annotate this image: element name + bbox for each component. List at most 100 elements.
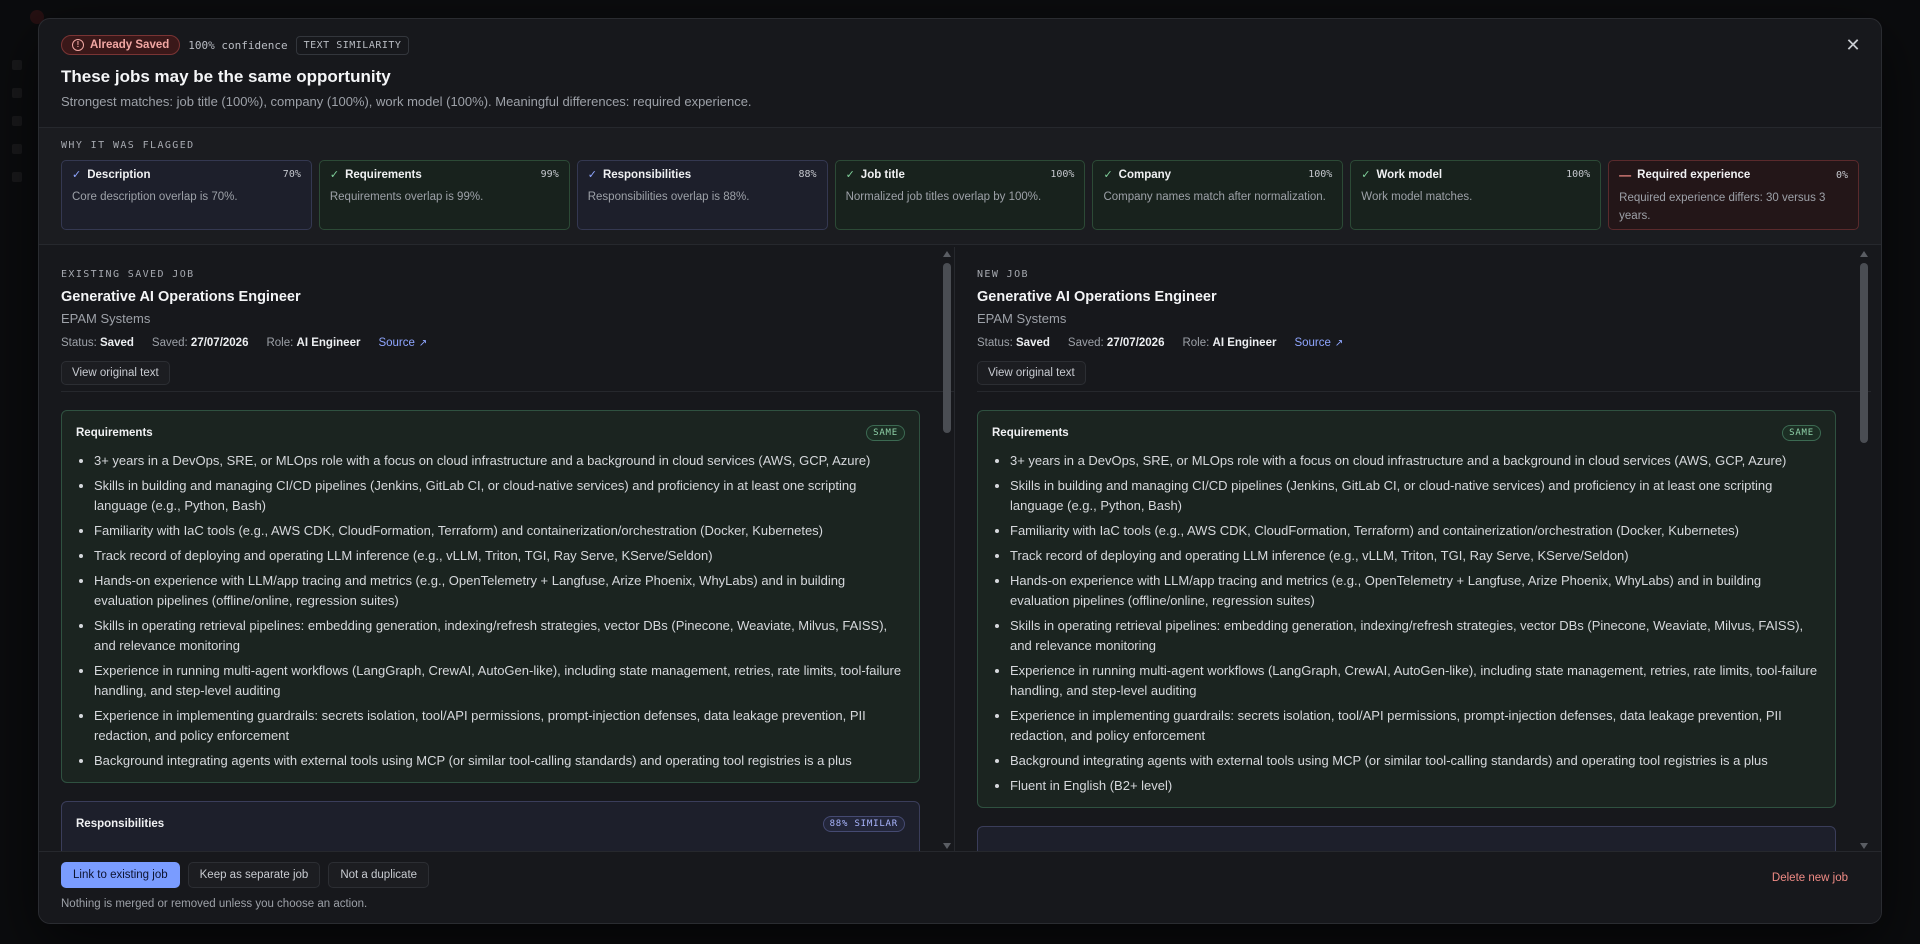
requirements-card: Requirements SAME 3+ years in a DevOps, …	[977, 410, 1836, 808]
pane-label: EXISTING SAVED JOB	[61, 269, 195, 280]
flag-card-desc: Core description overlap is 70%.	[72, 191, 238, 203]
already-saved-label: Already Saved	[90, 39, 170, 51]
check-icon: ✓	[329, 169, 340, 181]
status-meta: Status: Saved	[977, 337, 1050, 349]
requirement-item: Fluent in English (B2+ level)	[1010, 776, 1821, 796]
why-flagged-section: WHY IT WAS FLAGGED ✓ Description 70% Core …	[39, 127, 1881, 245]
external-link-icon: ↗	[418, 337, 428, 349]
comparison-panes: EXISTING SAVED JOB Generative AI Operati…	[39, 247, 1881, 853]
action-buttons: Link to existing job Keep as separate jo…	[61, 862, 1859, 888]
scroll-up-arrow-icon[interactable]	[943, 251, 951, 257]
flag-card-pct: 88%	[798, 169, 817, 180]
flag-card-pct: 99%	[540, 169, 559, 180]
flag-card-pct: 70%	[282, 169, 301, 180]
view-original-text-button[interactable]: View original text	[61, 361, 170, 385]
requirement-item: Skills in operating retrieval pipelines:…	[1010, 616, 1821, 656]
pane-label: NEW JOB	[977, 269, 1029, 280]
next-section-card	[977, 826, 1836, 853]
requirement-item: Track record of deploying and operating …	[1010, 546, 1821, 566]
status-meta: Status: Saved	[61, 337, 134, 349]
divider	[61, 391, 954, 392]
modal-header: ! Already Saved 100% confidence TEXT SIM…	[39, 19, 1881, 127]
flag-card-desc: Responsibilities overlap is 88%.	[587, 191, 750, 203]
requirement-item: Experience in implementing guardrails: s…	[94, 706, 905, 746]
check-icon: ✓	[845, 169, 855, 181]
delete-new-job-button[interactable]: Delete new job	[1761, 866, 1859, 890]
keep-as-separate-job-button[interactable]: Keep as separate job	[187, 862, 321, 888]
requirement-item: 3+ years in a DevOps, SRE, or MLOps role…	[94, 451, 905, 471]
flag-card-pct: 100%	[1050, 169, 1075, 180]
why-flagged-heading: WHY IT WAS FLAGGED	[61, 140, 195, 151]
requirement-item: Familiarity with IaC tools (e.g., AWS CD…	[94, 521, 905, 541]
scroll-down-arrow-icon[interactable]	[1860, 843, 1868, 849]
sidebar-icon	[12, 144, 22, 154]
section-title: Responsibilities	[76, 818, 165, 830]
flag-card-desc: Work model matches.	[1361, 191, 1473, 203]
flag-card-name: Job title	[860, 168, 905, 181]
job-company: EPAM Systems	[61, 311, 151, 326]
flag-card-desc: Normalized job titles overlap by 100%.	[845, 191, 1042, 203]
flag-card-required-experience: — Required experience 0% Required experien…	[1608, 160, 1860, 230]
requirements-list: 3+ years in a DevOps, SRE, or MLOps role…	[992, 451, 1821, 796]
method-tag: TEXT SIMILARITY	[295, 35, 410, 55]
job-title: Generative AI Operations Engineer	[61, 289, 301, 305]
flag-card-pct: 100%	[1308, 169, 1333, 180]
confidence-text: 100% confidence	[188, 38, 288, 52]
saved-meta: Saved: 27/07/2026	[1067, 337, 1165, 349]
job-meta: Status: Saved Saved: 27/07/2026 Role: AI…	[61, 337, 932, 349]
alert-circle-icon: !	[72, 39, 84, 51]
close-icon[interactable]: ✕	[1843, 35, 1863, 55]
similar-badge: 88% SIMILAR	[822, 816, 905, 832]
flag-card-name: Requirements	[345, 168, 422, 181]
flag-cards: ✓ Description 70% Core description overlap…	[61, 160, 1860, 230]
requirement-item: Hands-on experience with LLM/app tracing…	[94, 571, 905, 611]
new-job-pane[interactable]: NEW JOB Generative AI Operations Enginee…	[955, 247, 1871, 853]
check-icon: ✓	[72, 169, 82, 181]
flag-card-name: Required experience	[1637, 169, 1751, 181]
requirement-item: Track record of deploying and operating …	[94, 546, 905, 566]
check-icon: ✓	[1103, 169, 1113, 181]
requirement-item: 3+ years in a DevOps, SRE, or MLOps role…	[1010, 451, 1821, 471]
left-scrollbar[interactable]	[940, 247, 954, 853]
modal-subtitle: Strongest matches: job title (100%), com…	[61, 94, 752, 109]
job-company: EPAM Systems	[977, 311, 1067, 326]
background-sidebar	[12, 60, 24, 200]
scroll-up-arrow-icon[interactable]	[1860, 251, 1868, 257]
requirement-item: Skills in building and managing CI/CD pi…	[1010, 476, 1821, 516]
flag-card-name: Responsibilities	[602, 168, 692, 181]
sidebar-icon	[12, 172, 22, 182]
requirement-item: Experience in implementing guardrails: s…	[1010, 706, 1821, 746]
role-meta: Role: AI Engineer	[266, 337, 361, 349]
requirement-item: Familiarity with IaC tools (e.g., AWS CD…	[1010, 521, 1821, 541]
sidebar-icon	[12, 60, 22, 70]
existing-job-pane[interactable]: EXISTING SAVED JOB Generative AI Operati…	[39, 247, 955, 853]
flag-card-name: Work model	[1376, 168, 1443, 181]
saved-meta: Saved: 27/07/2026	[151, 337, 249, 349]
flag-card-desc: Requirements overlap is 99%.	[329, 191, 484, 203]
flag-card-job-title: ✓ Job title 100% Normalized job titles ove…	[834, 160, 1086, 230]
responsibilities-card: Responsibilities 88% SIMILAR	[61, 801, 920, 853]
requirement-item: Skills in building and managing CI/CD pi…	[94, 476, 905, 516]
already-saved-badge: ! Already Saved	[61, 35, 181, 55]
requirements-list: 3+ years in a DevOps, SRE, or MLOps role…	[76, 451, 905, 771]
same-badge: SAME	[1782, 425, 1821, 441]
source-link[interactable]: Source ↗	[378, 337, 427, 349]
requirement-item: Hands-on experience with LLM/app tracing…	[1010, 571, 1821, 611]
modal-header-tags: ! Already Saved 100% confidence TEXT SIM…	[61, 33, 1859, 57]
footer-note: Nothing is merged or removed unless you …	[61, 898, 368, 910]
duplicate-modal: ! Already Saved 100% confidence TEXT SIM…	[38, 18, 1882, 924]
scroll-down-arrow-icon[interactable]	[943, 843, 951, 849]
view-original-text-button[interactable]: View original text	[977, 361, 1086, 385]
right-scrollbar[interactable]	[1857, 247, 1871, 853]
flag-card-requirements: ✓ Requirements 99% Requirements overlap is…	[318, 160, 570, 230]
flag-card-work-model: ✓ Work model 100% Work model matches.	[1350, 160, 1602, 230]
scroll-thumb[interactable]	[1860, 263, 1868, 443]
sidebar-icon	[12, 88, 22, 98]
link-to-existing-job-button[interactable]: Link to existing job	[61, 862, 180, 888]
sidebar-icon	[12, 116, 22, 126]
scroll-thumb[interactable]	[943, 263, 951, 433]
check-icon: ✓	[587, 169, 597, 181]
source-link[interactable]: Source ↗	[1294, 337, 1343, 349]
check-icon: ✓	[1361, 169, 1371, 181]
not-a-duplicate-button[interactable]: Not a duplicate	[328, 862, 430, 888]
